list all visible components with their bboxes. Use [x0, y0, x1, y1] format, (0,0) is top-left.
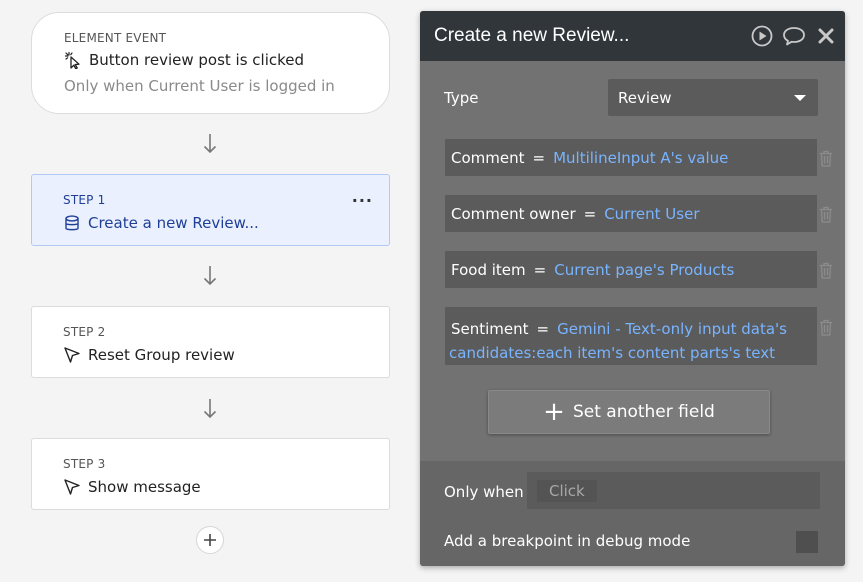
panel-title: Create a new Review...	[434, 25, 630, 46]
down-arrow-icon	[203, 266, 217, 286]
action-properties-panel: Create a new Review... Type Review Comme…	[420, 11, 845, 566]
plus-icon	[204, 534, 216, 546]
step-title: Reset Group review	[88, 346, 235, 364]
add-step-button[interactable]	[196, 526, 224, 554]
step-title: Show message	[88, 478, 201, 496]
only-when-input[interactable]: Click	[527, 472, 820, 509]
field-expression-line-1[interactable]: Gemini - Text-only input data's	[557, 320, 787, 338]
trash-icon[interactable]	[818, 261, 834, 279]
set-another-field-button[interactable]: + Set another field	[488, 390, 770, 434]
step-title: Create a new Review...	[88, 214, 259, 232]
database-icon	[63, 214, 81, 232]
close-icon[interactable]	[814, 24, 838, 48]
field-expression-line-2[interactable]: candidates:each item's content parts's t…	[449, 344, 775, 362]
breakpoint-label: Add a breakpoint in debug mode	[444, 532, 691, 550]
panel-header: Create a new Review...	[420, 11, 845, 61]
field-row-comment[interactable]: Comment = MultilineInput A's value	[445, 139, 817, 176]
equals-sign: =	[583, 205, 597, 223]
field-name: Sentiment	[451, 320, 529, 338]
field-name: Food item	[451, 261, 526, 279]
step-caption: STEP 1	[63, 193, 106, 207]
trash-icon[interactable]	[818, 318, 834, 336]
field-row-sentiment[interactable]: Sentiment = Gemini - Text-only input data'…	[445, 307, 817, 365]
plus-icon: +	[543, 397, 565, 427]
type-label: Type	[444, 89, 479, 107]
set-another-field-label: Set another field	[572, 402, 715, 422]
field-name: Comment owner	[451, 205, 576, 223]
event-caption: ELEMENT EVENT	[64, 31, 167, 45]
element-event-card[interactable]: ELEMENT EVENT Button review post is clic…	[31, 12, 390, 114]
comment-icon[interactable]	[782, 24, 806, 48]
field-row-food-item[interactable]: Food item = Current page's Products	[445, 251, 817, 288]
type-value: Review	[618, 89, 672, 107]
field-expression[interactable]: Current User	[604, 205, 699, 223]
cursor-icon	[63, 478, 81, 496]
down-arrow-icon	[203, 399, 217, 419]
equals-sign: =	[533, 261, 547, 279]
only-when-label: Only when	[444, 483, 524, 501]
step-3-card[interactable]: STEP 3 Show message	[31, 438, 390, 510]
breakpoint-checkbox[interactable]	[796, 531, 818, 553]
event-title: Button review post is clicked	[89, 51, 305, 69]
trash-icon[interactable]	[818, 205, 834, 223]
step-caption: STEP 3	[63, 457, 106, 471]
only-when-placeholder[interactable]: Click	[537, 480, 597, 502]
down-arrow-icon	[203, 134, 217, 154]
trash-icon[interactable]	[818, 149, 834, 167]
type-dropdown[interactable]: Review	[608, 79, 818, 116]
field-expression[interactable]: MultilineInput A's value	[553, 149, 728, 167]
field-expression[interactable]: Current page's Products	[554, 261, 734, 279]
equals-sign: =	[532, 149, 546, 167]
cursor-icon	[63, 346, 81, 364]
equals-sign: =	[536, 320, 550, 338]
click-cursor-icon	[64, 51, 82, 69]
chevron-down-icon	[794, 95, 806, 101]
step-1-card[interactable]: STEP 1 Create a new Review... ...	[31, 174, 390, 246]
play-icon[interactable]	[750, 24, 774, 48]
step-caption: STEP 2	[63, 325, 106, 339]
event-condition: Only when Current User is logged in	[64, 77, 335, 95]
field-name: Comment	[451, 149, 525, 167]
field-row-comment-owner[interactable]: Comment owner = Current User	[445, 195, 817, 232]
more-options-icon[interactable]: ...	[352, 187, 373, 206]
step-2-card[interactable]: STEP 2 Reset Group review	[31, 306, 390, 378]
